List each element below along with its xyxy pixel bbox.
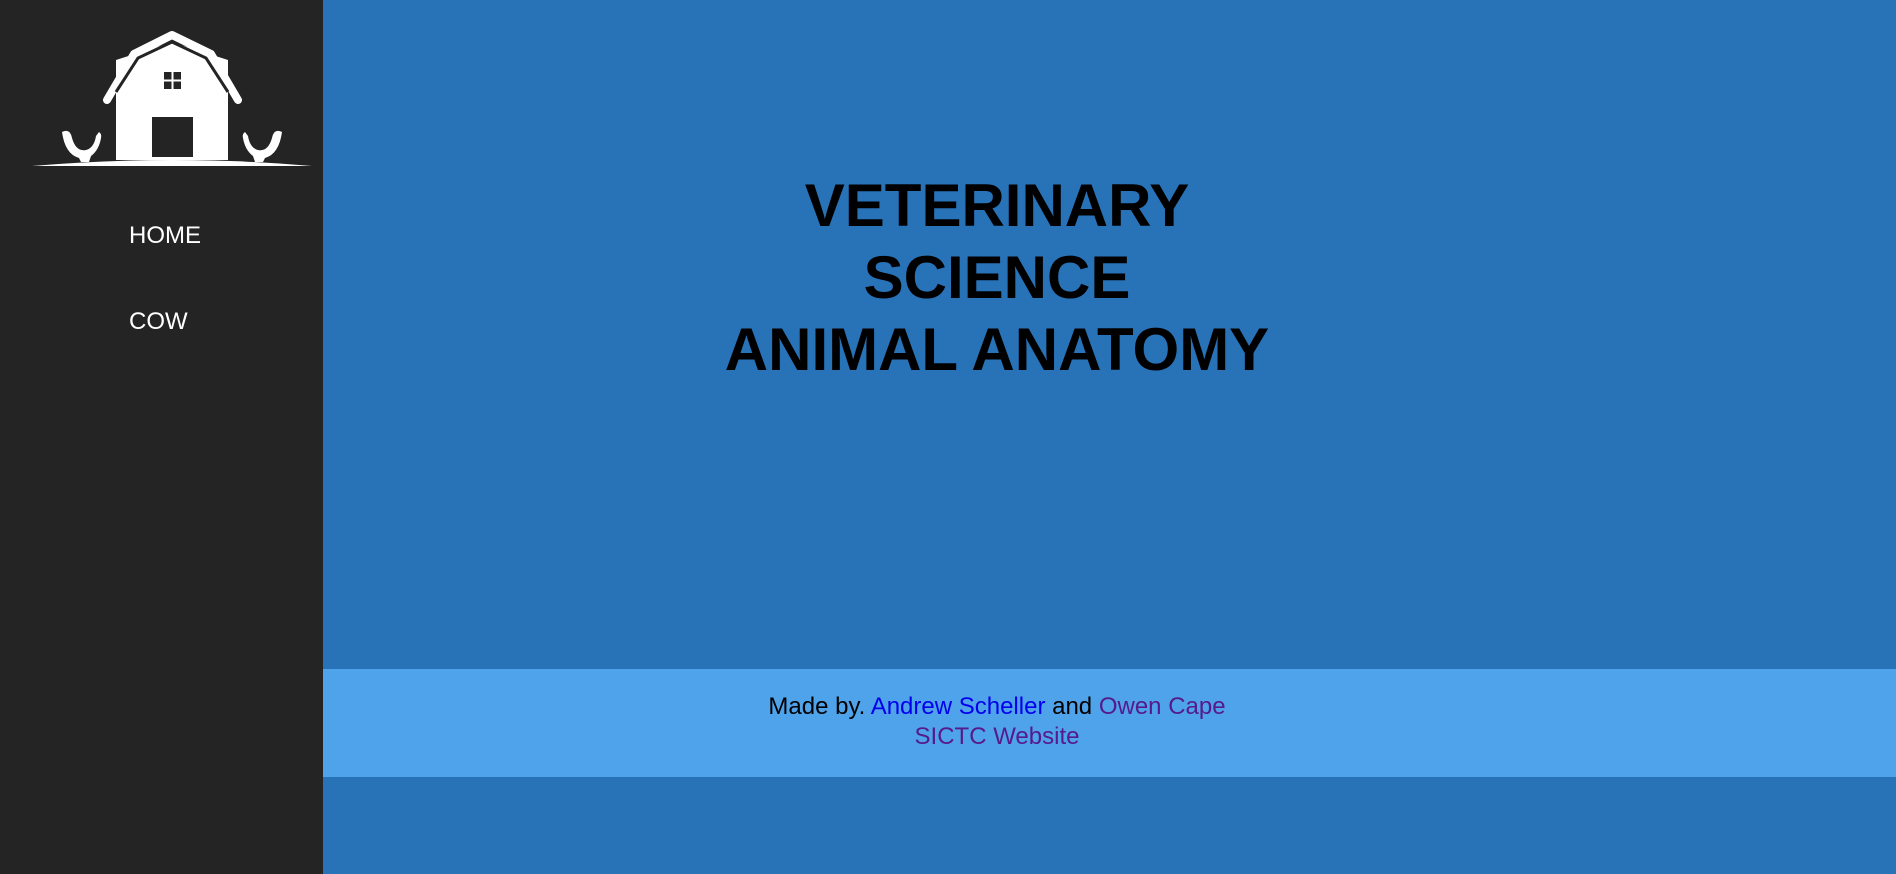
title-line-3: ANIMAL ANATOMY — [724, 316, 1270, 383]
title-line-1: VETERINARY — [804, 172, 1190, 239]
author-owen-link[interactable]: Owen Cape — [1099, 693, 1226, 720]
nav-home-link[interactable]: HOME — [129, 222, 201, 250]
page-title: VETERINARY SCIENCE ANIMAL ANATOMY — [323, 170, 1671, 386]
barn-logo-icon — [32, 31, 312, 166]
sidebar: HOME COW — [0, 0, 323, 874]
author-andrew-link[interactable]: Andrew Scheller — [871, 693, 1046, 720]
sictc-website-link[interactable]: SICTC Website — [915, 723, 1080, 750]
nav-cow-link[interactable]: COW — [129, 308, 188, 336]
made-by-label: Made by. — [768, 693, 866, 720]
footer: Made by. Andrew Scheller and Owen Cape S… — [323, 669, 1896, 777]
and-label: and — [1052, 693, 1093, 720]
title-line-2: SCIENCE — [863, 244, 1131, 311]
